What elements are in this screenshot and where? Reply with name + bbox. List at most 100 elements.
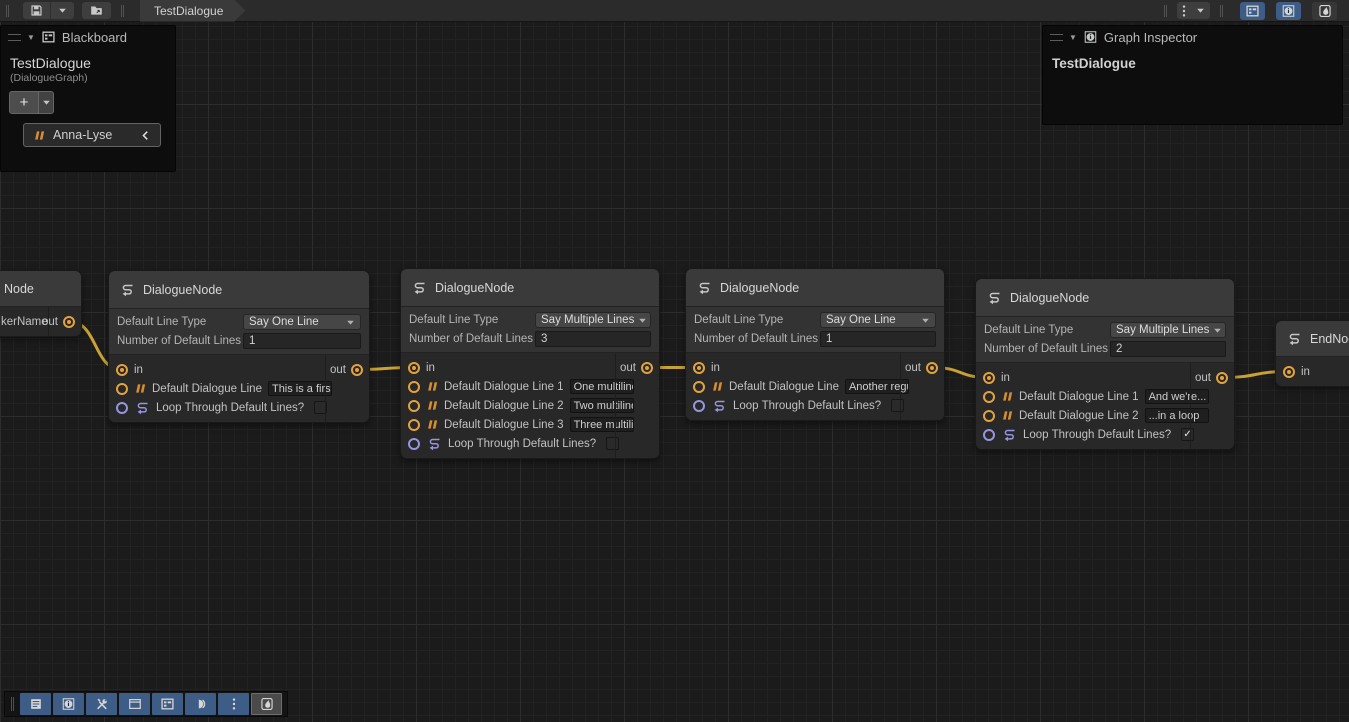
port-default-dialogue-line-1[interactable] bbox=[983, 391, 995, 403]
tools-button[interactable] bbox=[86, 693, 117, 715]
port-loop-through-default-lines[interactable] bbox=[116, 402, 128, 414]
chevron-left-icon[interactable] bbox=[140, 130, 151, 141]
script-icon bbox=[711, 398, 727, 414]
add-variable-dropdown[interactable] bbox=[39, 91, 54, 114]
node-header[interactable]: DialogueNode bbox=[686, 269, 944, 307]
graph-node-dialogue4[interactable]: DialogueNodeDefault Line TypeSay Multipl… bbox=[975, 278, 1235, 450]
drag-handle-icon[interactable] bbox=[1050, 34, 1063, 41]
toolbar-drag-handle[interactable] bbox=[121, 5, 124, 17]
port-default-dialogue-line-3[interactable] bbox=[408, 419, 420, 431]
collapse-caret-icon[interactable]: ▼ bbox=[27, 33, 35, 42]
toolbar-drag-handle[interactable] bbox=[6, 5, 9, 17]
window-button[interactable] bbox=[119, 693, 150, 715]
info-icon bbox=[1083, 30, 1098, 44]
port-out[interactable] bbox=[926, 362, 938, 374]
line-type-dropdown[interactable]: Say One Line bbox=[820, 312, 936, 328]
caret-down-icon bbox=[921, 316, 930, 325]
port-loop-through-default-lines[interactable] bbox=[983, 429, 995, 441]
blackboard-graph-name: TestDialogue bbox=[10, 55, 166, 71]
port-default-dialogue-line-2[interactable] bbox=[408, 400, 420, 412]
toolbar-drag-handle[interactable] bbox=[1220, 5, 1223, 17]
lines-count-field[interactable]: 3 bbox=[535, 331, 651, 347]
quote-icon bbox=[134, 383, 146, 394]
blackboard-toggle-button[interactable] bbox=[1240, 2, 1265, 20]
options-menu-button[interactable] bbox=[1177, 2, 1191, 19]
blackboard-button[interactable] bbox=[152, 693, 183, 715]
node-header[interactable]: DialogueNode bbox=[401, 269, 659, 307]
blackboard-header[interactable]: ▼ Blackboard bbox=[1, 26, 175, 48]
console-button[interactable] bbox=[20, 693, 51, 715]
lines-count-field[interactable]: 1 bbox=[243, 333, 361, 349]
node-header[interactable]: DialogueNode bbox=[109, 271, 369, 309]
spark-icon bbox=[1318, 4, 1332, 18]
port-label: in bbox=[1301, 366, 1310, 378]
port-in[interactable] bbox=[408, 362, 420, 374]
port-default-dialogue-line[interactable] bbox=[693, 381, 705, 393]
open-asset-button[interactable] bbox=[82, 2, 111, 19]
info-toggle-button[interactable] bbox=[1276, 2, 1301, 20]
node-header[interactable]: DialogueNode bbox=[976, 279, 1234, 317]
port-out[interactable] bbox=[351, 364, 363, 376]
port-loop-through-default-lines[interactable] bbox=[693, 400, 705, 412]
script-icon bbox=[986, 290, 1002, 306]
blackboard-icon bbox=[41, 30, 56, 44]
drag-handle-icon[interactable] bbox=[8, 34, 21, 41]
port-in[interactable] bbox=[693, 362, 705, 374]
graph-breadcrumb-tab[interactable]: TestDialogue bbox=[140, 0, 245, 22]
lines-count-field[interactable]: 2 bbox=[1110, 341, 1226, 357]
port-out[interactable] bbox=[1216, 372, 1228, 384]
port-label: in bbox=[426, 362, 435, 374]
quote-icon bbox=[426, 381, 438, 392]
graph-node-dialogue1[interactable]: DialogueNode Default Line TypeSay One Lin… bbox=[108, 270, 370, 423]
graph-node-speaker[interactable]: NodekerNameout bbox=[0, 270, 82, 337]
graph-node-dialogue3[interactable]: DialogueNodeDefault Line TypeSay One Lin… bbox=[685, 268, 945, 421]
bottom-toolbar bbox=[4, 691, 288, 717]
lines-count-field[interactable]: 1 bbox=[820, 331, 936, 347]
line-type-dropdown[interactable]: Say Multiple Lines bbox=[1110, 322, 1226, 338]
line-type-dropdown[interactable]: Say One Line bbox=[243, 314, 361, 330]
chevron-down-icon bbox=[917, 316, 930, 325]
port-in[interactable] bbox=[983, 372, 995, 384]
graph-node-dialogue2[interactable]: DialogueNode Default Line TypeSay Multipl… bbox=[400, 268, 660, 459]
graph-node-end[interactable]: EndNode in bbox=[1275, 320, 1349, 387]
spark-button[interactable] bbox=[251, 693, 282, 715]
options-caret[interactable] bbox=[1191, 2, 1210, 19]
port-out[interactable] bbox=[63, 316, 75, 328]
spark-toggle-button[interactable] bbox=[1312, 2, 1337, 20]
transition-button[interactable] bbox=[185, 693, 216, 715]
property-label: Default Line Type bbox=[117, 316, 243, 328]
quote-icon bbox=[711, 381, 723, 392]
port-row: Default Dialogue Line 1And we're... bbox=[976, 387, 1190, 406]
property-label: Default Line Type bbox=[409, 314, 535, 326]
quote-icon bbox=[426, 419, 438, 430]
port-default-dialogue-line[interactable] bbox=[116, 383, 128, 395]
port-in[interactable] bbox=[1283, 366, 1295, 378]
node-header[interactable]: EndNode bbox=[1276, 321, 1349, 357]
info-button[interactable] bbox=[53, 693, 84, 715]
toolbar-drag-handle[interactable] bbox=[1164, 5, 1167, 17]
toolbar-drag-handle[interactable] bbox=[11, 697, 14, 711]
node-header[interactable]: Node bbox=[0, 271, 81, 307]
port-default-dialogue-line-1[interactable] bbox=[408, 381, 420, 393]
port-out[interactable] bbox=[641, 362, 653, 374]
port-loop-through-default-lines[interactable] bbox=[408, 438, 420, 450]
blackboard-variable-anna-lyse[interactable]: Anna-Lyse bbox=[23, 123, 161, 147]
save-icon bbox=[30, 4, 43, 17]
save-options-button[interactable] bbox=[50, 2, 74, 19]
port-in[interactable] bbox=[116, 364, 128, 376]
port-label: Default Dialogue Line 2 bbox=[444, 400, 564, 412]
console-icon bbox=[29, 697, 43, 711]
save-button[interactable] bbox=[23, 2, 50, 19]
collapse-caret-icon[interactable]: ▼ bbox=[1069, 33, 1077, 42]
port-label: Default Dialogue Line 3 bbox=[444, 419, 564, 431]
port-default-dialogue-line-2[interactable] bbox=[983, 410, 995, 422]
port-label: Default Dialogue Line 1 bbox=[1019, 391, 1139, 403]
port-row: in bbox=[976, 368, 1190, 387]
line-type-dropdown[interactable]: Say Multiple Lines bbox=[535, 312, 651, 328]
add-variable-button[interactable]: + bbox=[9, 91, 39, 114]
dialogue-line-field[interactable]: This is a first bbox=[268, 381, 332, 396]
variable-name: Anna-Lyse bbox=[53, 128, 132, 142]
graph-inspector-header[interactable]: ▼ Graph Inspector bbox=[1043, 26, 1342, 48]
tools-icon bbox=[95, 697, 109, 711]
more-vertical-button[interactable] bbox=[218, 693, 249, 715]
